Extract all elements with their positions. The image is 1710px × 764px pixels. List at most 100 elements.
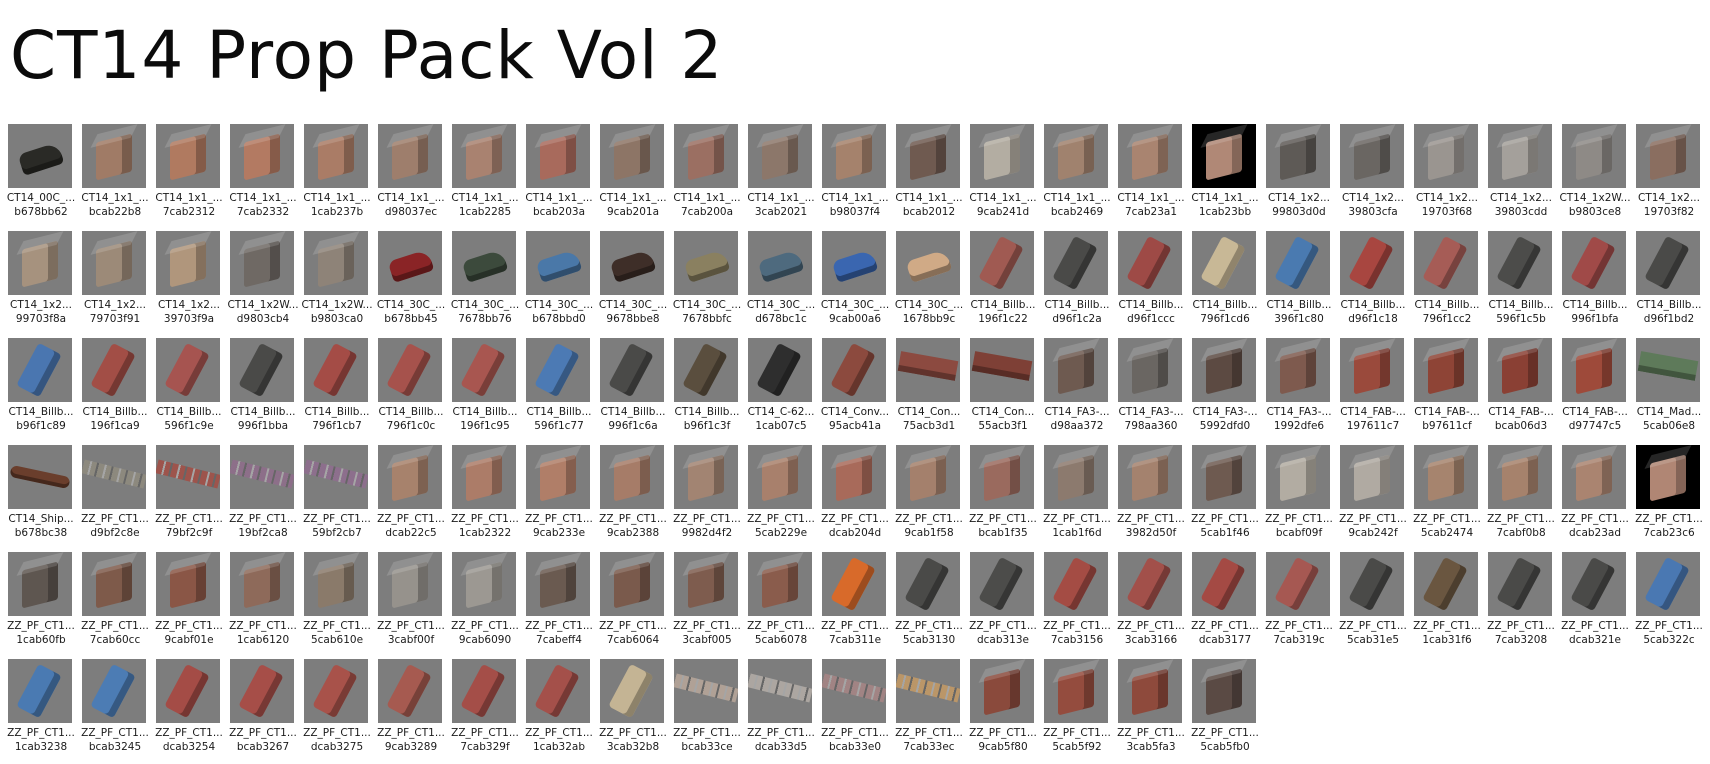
thumbnail-image[interactable] xyxy=(1414,231,1478,295)
thumbnail-image[interactable] xyxy=(1192,124,1256,188)
thumbnail-item[interactable]: ZZ_PF_CT1... bcab3245 xyxy=(78,657,152,764)
thumbnail-item[interactable]: ZZ_PF_CT1... 9cab1f58 xyxy=(892,443,966,550)
thumbnail-item[interactable]: ZZ_PF_CT1... 7cab329f xyxy=(448,657,522,764)
thumbnail-item[interactable]: CT14_1x1_... 7cab2312 xyxy=(152,122,226,229)
thumbnail-item[interactable]: CT14_Billb... d96f1c18 xyxy=(1336,229,1410,336)
thumbnail-item[interactable]: CT14_Billb... 796f1cb7 xyxy=(300,336,374,443)
thumbnail-item[interactable]: ZZ_PF_CT1... 59bf2cb7 xyxy=(300,443,374,550)
thumbnail-image[interactable] xyxy=(748,659,812,723)
thumbnail-image[interactable] xyxy=(526,231,590,295)
thumbnail-image[interactable] xyxy=(1340,231,1404,295)
thumbnail-image[interactable] xyxy=(674,445,738,509)
thumbnail-item[interactable]: ZZ_PF_CT1... 19bf2ca8 xyxy=(226,443,300,550)
thumbnail-item[interactable]: CT14_1x1_... b98037f4 xyxy=(818,122,892,229)
thumbnail-image[interactable] xyxy=(526,124,590,188)
thumbnail-image[interactable] xyxy=(1636,231,1700,295)
thumbnail-image[interactable] xyxy=(156,552,220,616)
thumbnail-image[interactable] xyxy=(1118,552,1182,616)
thumbnail-item[interactable]: ZZ_PF_CT1... dcab321e xyxy=(1558,550,1632,657)
thumbnail-image[interactable] xyxy=(8,338,72,402)
thumbnail-item[interactable]: ZZ_PF_CT1... dcab23ad xyxy=(1558,443,1632,550)
thumbnail-image[interactable] xyxy=(1562,338,1626,402)
thumbnail-item[interactable]: ZZ_PF_CT1... 1cab2322 xyxy=(448,443,522,550)
thumbnail-image[interactable] xyxy=(452,338,516,402)
thumbnail-image[interactable] xyxy=(452,659,516,723)
thumbnail-image[interactable] xyxy=(1636,124,1700,188)
thumbnail-item[interactable]: CT14_1x1_... 7cab2332 xyxy=(226,122,300,229)
thumbnail-item[interactable]: CT14_Billb... 596f1c9e xyxy=(152,336,226,443)
thumbnail-image[interactable] xyxy=(82,231,146,295)
thumbnail-item[interactable]: ZZ_PF_CT1... 7cab3208 xyxy=(1484,550,1558,657)
thumbnail-image[interactable] xyxy=(526,338,590,402)
thumbnail-image[interactable] xyxy=(1414,445,1478,509)
thumbnail-item[interactable]: CT14_Billb... 396f1c80 xyxy=(1262,229,1336,336)
thumbnail-image[interactable] xyxy=(896,659,960,723)
thumbnail-image[interactable] xyxy=(674,552,738,616)
thumbnail-image[interactable] xyxy=(600,552,664,616)
thumbnail-item[interactable]: CT14_1x1_... 9cab201a xyxy=(596,122,670,229)
thumbnail-image[interactable] xyxy=(230,552,294,616)
thumbnail-image[interactable] xyxy=(156,231,220,295)
thumbnail-item[interactable]: ZZ_PF_CT1... 7cab33ec xyxy=(892,657,966,764)
thumbnail-item[interactable]: CT14_Con... 75acb3d1 xyxy=(892,336,966,443)
thumbnail-item[interactable]: ZZ_PF_CT1... 7cab60cc xyxy=(78,550,152,657)
thumbnail-item[interactable]: ZZ_PF_CT1... 7cab23c6 xyxy=(1632,443,1706,550)
thumbnail-item[interactable]: ZZ_PF_CT1... dcab3254 xyxy=(152,657,226,764)
thumbnail-item[interactable]: CT14_1x2W... b9803ca0 xyxy=(300,229,374,336)
thumbnail-item[interactable]: ZZ_PF_CT1... 5cab322c xyxy=(1632,550,1706,657)
thumbnail-image[interactable] xyxy=(378,124,442,188)
thumbnail-item[interactable]: CT14_1x1_... 7cab200a xyxy=(670,122,744,229)
thumbnail-item[interactable]: ZZ_PF_CT1... 5cab5f92 xyxy=(1040,657,1114,764)
thumbnail-item[interactable]: CT14_30C_... b678bbd0 xyxy=(522,229,596,336)
thumbnail-image[interactable] xyxy=(1192,445,1256,509)
thumbnail-image[interactable] xyxy=(452,231,516,295)
thumbnail-item[interactable]: ZZ_PF_CT1... 9cab233e xyxy=(522,443,596,550)
thumbnail-image[interactable] xyxy=(156,445,220,509)
thumbnail-item[interactable]: CT14_FAB-... b97611cf xyxy=(1410,336,1484,443)
thumbnail-image[interactable] xyxy=(748,124,812,188)
thumbnail-item[interactable]: ZZ_PF_CT1... bcab1f35 xyxy=(966,443,1040,550)
thumbnail-image[interactable] xyxy=(674,338,738,402)
thumbnail-image[interactable] xyxy=(8,124,72,188)
thumbnail-image[interactable] xyxy=(156,124,220,188)
thumbnail-item[interactable]: ZZ_PF_CT1... 3982d50f xyxy=(1114,443,1188,550)
thumbnail-item[interactable]: CT14_Billb... 796f1cd6 xyxy=(1188,229,1262,336)
thumbnail-image[interactable] xyxy=(8,445,72,509)
thumbnail-item[interactable]: CT14_30C_... 1678bb9c xyxy=(892,229,966,336)
thumbnail-image[interactable] xyxy=(748,338,812,402)
thumbnail-item[interactable]: ZZ_PF_CT1... 7cab319c xyxy=(1262,550,1336,657)
thumbnail-item[interactable]: CT14_Billb... 996f1bfa xyxy=(1558,229,1632,336)
thumbnail-item[interactable]: ZZ_PF_CT1... bcab33e0 xyxy=(818,657,892,764)
thumbnail-item[interactable]: CT14_C-62... 1cab07c5 xyxy=(744,336,818,443)
thumbnail-image[interactable] xyxy=(1044,552,1108,616)
thumbnail-image[interactable] xyxy=(304,445,368,509)
thumbnail-item[interactable]: CT14_Billb... d96f1ccc xyxy=(1114,229,1188,336)
thumbnail-item[interactable]: ZZ_PF_CT1... 79bf2c9f xyxy=(152,443,226,550)
thumbnail-item[interactable]: ZZ_PF_CT1... bcab33ce xyxy=(670,657,744,764)
thumbnail-item[interactable]: CT14_1x1_... 3cab2021 xyxy=(744,122,818,229)
thumbnail-item[interactable]: CT14_1x1_... bcab2469 xyxy=(1040,122,1114,229)
thumbnail-item[interactable]: CT14_1x1_... 1cab23bb xyxy=(1188,122,1262,229)
thumbnail-image[interactable] xyxy=(230,659,294,723)
thumbnail-item[interactable]: CT14_1x2W... b9803ce8 xyxy=(1558,122,1632,229)
thumbnail-image[interactable] xyxy=(378,659,442,723)
thumbnail-image[interactable] xyxy=(378,552,442,616)
thumbnail-image[interactable] xyxy=(526,445,590,509)
thumbnail-image[interactable] xyxy=(230,231,294,295)
thumbnail-item[interactable]: CT14_FA3-... d98aa372 xyxy=(1040,336,1114,443)
thumbnail-item[interactable]: ZZ_PF_CT1... 5cab1f46 xyxy=(1188,443,1262,550)
thumbnail-image[interactable] xyxy=(1044,659,1108,723)
thumbnail-image[interactable] xyxy=(896,338,960,402)
thumbnail-image[interactable] xyxy=(1340,338,1404,402)
thumbnail-item[interactable]: CT14_1x2... 39703f9a xyxy=(152,229,226,336)
thumbnail-item[interactable]: CT14_Billb... 596f1c5b xyxy=(1484,229,1558,336)
thumbnail-image[interactable] xyxy=(674,124,738,188)
thumbnail-item[interactable]: CT14_1x2W... d9803cb4 xyxy=(226,229,300,336)
thumbnail-image[interactable] xyxy=(1044,231,1108,295)
thumbnail-item[interactable]: ZZ_PF_CT1... dcab204d xyxy=(818,443,892,550)
thumbnail-item[interactable]: CT14_Billb... b96f1c3f xyxy=(670,336,744,443)
thumbnail-item[interactable]: CT14_FAB-... d97747c5 xyxy=(1558,336,1632,443)
thumbnail-image[interactable] xyxy=(1266,445,1330,509)
thumbnail-image[interactable] xyxy=(230,338,294,402)
thumbnail-image[interactable] xyxy=(1340,445,1404,509)
